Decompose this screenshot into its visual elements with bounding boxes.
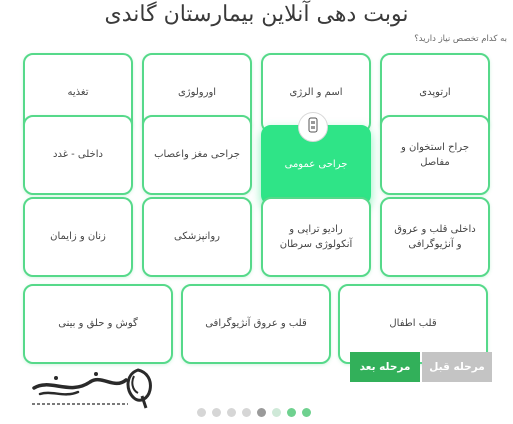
tooth-icon: [306, 117, 320, 137]
step-dot: [257, 408, 266, 417]
specialty-label: اسم و الرژی: [289, 87, 343, 99]
specialty-label: جراح استخوان و مفاصل: [400, 141, 470, 169]
specialty-card-gynecology[interactable]: زنان و زایمان: [23, 197, 133, 277]
step-dot: [212, 408, 221, 417]
specialty-label: جراحی عمومی: [284, 159, 348, 171]
step-dot: [302, 408, 311, 417]
specialty-label: داخلی قلب و عروق و آنژیوگرافی: [394, 223, 476, 251]
page-title: نوبت دهی آنلاین بیمارستان گاندی: [104, 2, 409, 27]
step-dot: [197, 408, 206, 417]
specialty-label: قلب اطفال: [389, 318, 437, 330]
specialty-label: زنان و زایمان: [50, 231, 106, 243]
specialty-label: ارتوپدی: [419, 87, 451, 99]
specialty-card-cardiology-angiography[interactable]: داخلی قلب و عروق و آنژیوگرافی: [380, 197, 490, 277]
specialty-card-heart-vessels-angiography[interactable]: قلب و عروق آنژیوگرافی: [181, 284, 331, 364]
specialty-label: قلب و عروق آنژیوگرافی: [205, 318, 307, 330]
specialty-label: اورولوژی: [177, 87, 217, 99]
specialty-label: داخلی - غدد: [53, 149, 103, 161]
specialty-card-bone-joint-surgery[interactable]: جراح استخوان و مفاصل: [380, 115, 490, 195]
specialty-card-neurosurgery[interactable]: جراحی مغز واعصاب: [142, 115, 252, 195]
previous-step-button[interactable]: مرحله قبل: [422, 352, 492, 382]
specialty-label: روانپزشکی: [174, 231, 220, 243]
specialty-question: به کدام تخصص نیاز دارید؟: [414, 34, 507, 44]
hamrah-moshaver-logo: [30, 366, 155, 412]
step-dot: [242, 408, 251, 417]
step-dot: [287, 408, 296, 417]
specialty-label: جراحی مغز واعصاب: [154, 149, 240, 161]
specialty-label: رادیو تراپی و آنکولوژی سرطان: [279, 223, 353, 251]
step-dot: [227, 408, 236, 417]
specialty-label: گوش و حلق و بینی: [58, 318, 138, 330]
next-step-button[interactable]: مرحله بعد: [350, 352, 420, 382]
specialty-label: تغذیه: [67, 87, 89, 99]
specialty-card-radiotherapy-oncology[interactable]: رادیو تراپی و آنکولوژی سرطان: [261, 197, 371, 277]
specialty-card-endocrinology[interactable]: داخلی - غدد: [23, 115, 133, 195]
selected-specialty-badge: [298, 112, 328, 142]
specialty-card-ent[interactable]: گوش و حلق و بینی: [23, 284, 173, 364]
step-dot: [272, 408, 281, 417]
specialty-card-psychiatry[interactable]: روانپزشکی: [142, 197, 252, 277]
